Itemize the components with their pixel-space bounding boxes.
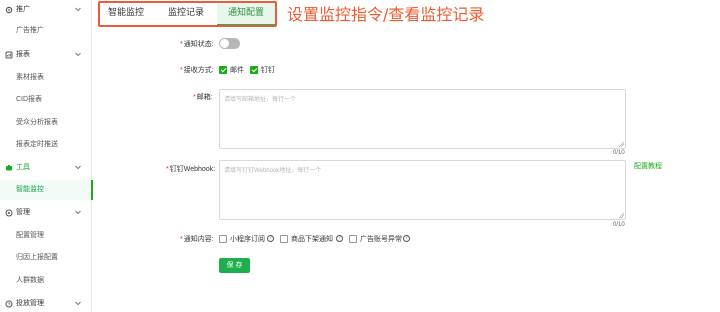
ad-account-abnormal-checkbox[interactable]: [349, 235, 357, 243]
chevron-down-icon: [75, 165, 81, 170]
launch-icon: [5, 300, 13, 308]
mini-program-checkbox[interactable]: [219, 235, 227, 243]
email-placeholder: 请填写邮箱地址，每行一个: [224, 97, 297, 103]
notification-status-toggle[interactable]: [219, 38, 240, 49]
email-checkbox[interactable]: [219, 66, 227, 74]
sidebar-group-launch-management[interactable]: 投放管理: [0, 294, 92, 312]
product-delist-label: 商品下架通知: [291, 236, 333, 243]
sidebar-item-label: 素材报表: [16, 74, 44, 81]
webhook-char-count: 0/10: [613, 222, 625, 228]
notification-content-label: *通知内容:: [180, 236, 214, 243]
sidebar-item-attribution-config[interactable]: 归因上报配置: [0, 248, 92, 268]
dingtalk-checkbox-label: 钉钉: [261, 67, 275, 74]
chevron-down-icon: [75, 7, 81, 12]
sidebar-group-reports[interactable]: 报表: [0, 45, 92, 65]
sidebar-item-scheduled-report[interactable]: 报表定时推送: [0, 135, 92, 155]
notification-status-label: *通知状态:: [180, 41, 214, 48]
product-delist-checkbox[interactable]: [280, 235, 288, 243]
webhook-textarea[interactable]: 请填写钉钉Webhook地址，每行一个: [219, 160, 626, 220]
sidebar-item-material-report[interactable]: 素材报表: [0, 68, 92, 88]
resize-handle-icon[interactable]: [619, 142, 624, 147]
config-tutorial-link[interactable]: 配置教程: [634, 161, 662, 171]
gear-icon: [5, 6, 13, 14]
sidebar-group-label: 工具: [16, 164, 30, 171]
toggle-knob: [220, 39, 229, 48]
email-label: *邮箱:: [193, 94, 213, 101]
tool-icon: [6, 165, 12, 171]
chevron-down-icon: [75, 210, 81, 215]
email-textarea[interactable]: 请填写邮箱地址，每行一个: [219, 89, 626, 149]
mini-program-label: 小程序订阅: [230, 236, 265, 243]
sidebar-group-label: 推广: [16, 6, 30, 13]
sidebar-item-label: 报表定时推送: [16, 141, 58, 148]
app-root: 推广 广告推广 报表 素材报表 CID报表 受众分析报表 报表定时推送 工具 智…: [0, 0, 720, 312]
report-icon: [5, 51, 13, 59]
receive-method-label: *接收方式:: [180, 67, 214, 74]
help-circle-icon[interactable]: ?: [336, 235, 343, 242]
sidebar-item-label: 受众分析报表: [16, 119, 58, 126]
sidebar-item-smart-monitor[interactable]: 智能监控: [0, 180, 93, 200]
help-circle-icon[interactable]: ?: [267, 235, 274, 242]
sidebar-item-label: 人群数据: [16, 277, 44, 284]
sidebar-nav: 推广 广告推广 报表 素材报表 CID报表 受众分析报表 报表定时推送 工具 智…: [0, 0, 93, 312]
sidebar-group-tools[interactable]: 工具: [0, 158, 92, 178]
sidebar-group-promotion[interactable]: 推广: [0, 0, 92, 20]
webhook-placeholder: 请填写钉钉Webhook地址，每行一个: [224, 168, 322, 174]
save-button[interactable]: 保 存: [219, 258, 250, 273]
sidebar-item-ad-promotion[interactable]: 广告推广: [0, 21, 92, 41]
annotation-text: 设置监控指令/查看监控记录: [287, 5, 485, 24]
sidebar-group-label: 投放管理: [16, 300, 44, 307]
email-checkbox-label: 邮件: [230, 67, 244, 74]
sidebar-item-label: 归因上报配置: [16, 254, 58, 261]
sidebar-group-label: 报表: [16, 51, 30, 58]
resize-handle-icon[interactable]: [619, 213, 624, 218]
sidebar-group-management[interactable]: 管理: [0, 203, 92, 223]
sidebar-item-audience-data[interactable]: 人群数据: [0, 271, 92, 291]
sidebar-item-config-management[interactable]: 配置管理: [0, 226, 92, 246]
dingtalk-checkbox[interactable]: [250, 66, 258, 74]
chevron-down-icon: [75, 52, 81, 57]
email-char-count: 0/10: [613, 150, 625, 156]
chevron-down-icon: [75, 301, 81, 306]
sidebar-group-label: 管理: [16, 209, 30, 216]
ad-account-abnormal-label: 广告账号异常: [360, 236, 402, 243]
sidebar-item-label: 广告推广: [16, 27, 44, 34]
settings-icon: [5, 209, 13, 217]
help-circle-icon[interactable]: ?: [403, 235, 410, 242]
annotation-highlight-box: [98, 1, 277, 27]
webhook-label: *钉钉Webhook:: [166, 166, 216, 173]
sidebar-item-label: 智能监控: [16, 186, 44, 193]
sidebar-item-cid-report[interactable]: CID报表: [0, 90, 92, 110]
sidebar-item-audience-report[interactable]: 受众分析报表: [0, 113, 92, 133]
sidebar-item-label: 配置管理: [16, 232, 44, 239]
sidebar-item-label: CID报表: [16, 96, 43, 103]
